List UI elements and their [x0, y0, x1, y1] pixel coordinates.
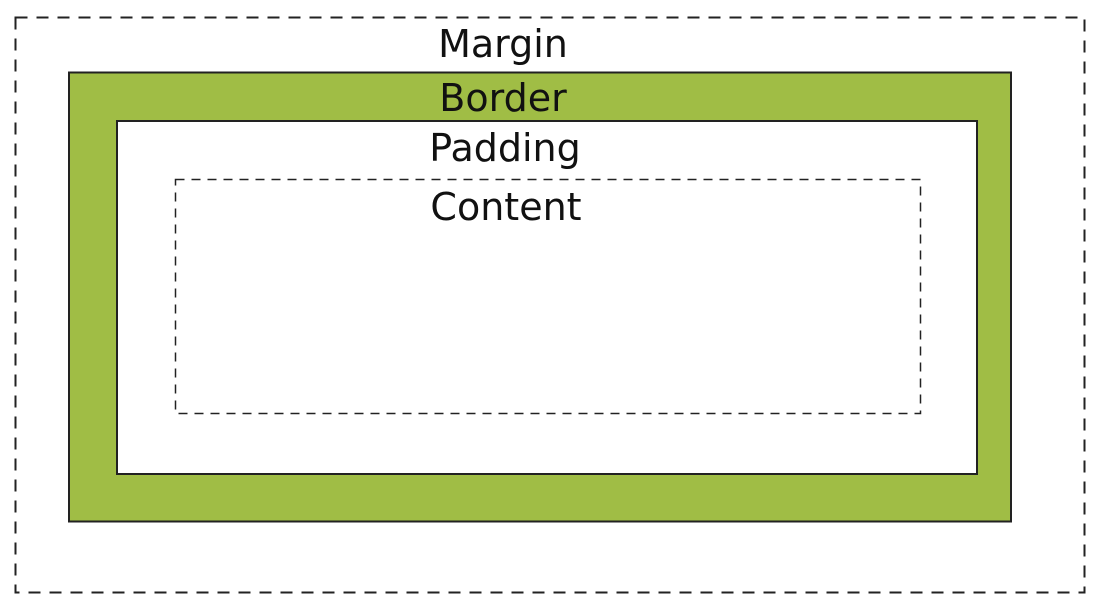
content-label: Content	[430, 185, 581, 229]
margin-label: Margin	[438, 22, 568, 66]
border-label: Border	[439, 76, 567, 120]
padding-label: Padding	[429, 126, 581, 170]
box-model-diagram: Margin Border Padding Content	[14, 16, 1086, 594]
